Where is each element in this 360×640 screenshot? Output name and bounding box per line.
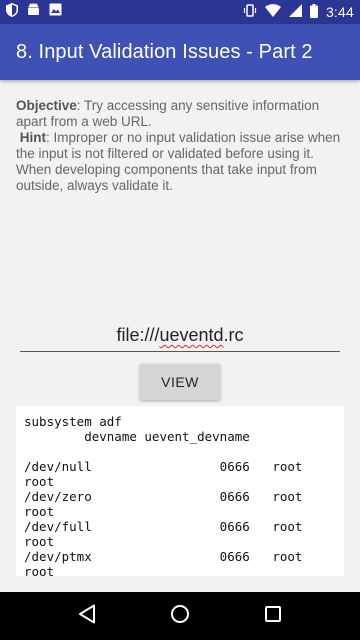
back-button[interactable] xyxy=(63,592,111,640)
android-icon xyxy=(27,2,40,22)
page-title: 8. Input Validation Issues - Part 2 xyxy=(16,40,313,63)
view-button[interactable]: VIEW xyxy=(140,364,220,400)
home-icon xyxy=(170,604,190,629)
screen: 3:44 8. Input Validation Issues - Part 2… xyxy=(0,0,360,640)
wifi-icon xyxy=(264,4,281,20)
notification-icons xyxy=(6,2,62,22)
web-view-output[interactable]: subsystem adf devname uevent_devname /de… xyxy=(16,406,344,576)
recents-icon xyxy=(264,605,282,628)
url-input[interactable] xyxy=(20,322,340,352)
recents-button[interactable] xyxy=(249,592,297,640)
battery-icon xyxy=(309,3,318,21)
status-bar: 3:44 xyxy=(0,0,360,24)
image-icon xyxy=(49,3,62,21)
output-text: subsystem adf devname uevent_devname /de… xyxy=(24,414,303,576)
app-bar: 8. Input Validation Issues - Part 2 xyxy=(0,24,360,80)
objective-label: Objective xyxy=(16,98,77,113)
hint-label: Hint xyxy=(19,130,47,145)
system-icons: 3:44 xyxy=(243,3,354,21)
shield-icon xyxy=(6,2,18,22)
status-time: 3:44 xyxy=(325,4,354,20)
signal-icon xyxy=(288,4,302,20)
challenge-description: Objective: Try accessing any sensitive i… xyxy=(16,98,346,194)
vibrate-icon xyxy=(243,4,257,20)
back-icon xyxy=(78,604,96,629)
hint-text: : Improper or no input validation issue … xyxy=(16,130,341,193)
home-button[interactable] xyxy=(156,592,204,640)
navigation-bar xyxy=(0,592,360,640)
